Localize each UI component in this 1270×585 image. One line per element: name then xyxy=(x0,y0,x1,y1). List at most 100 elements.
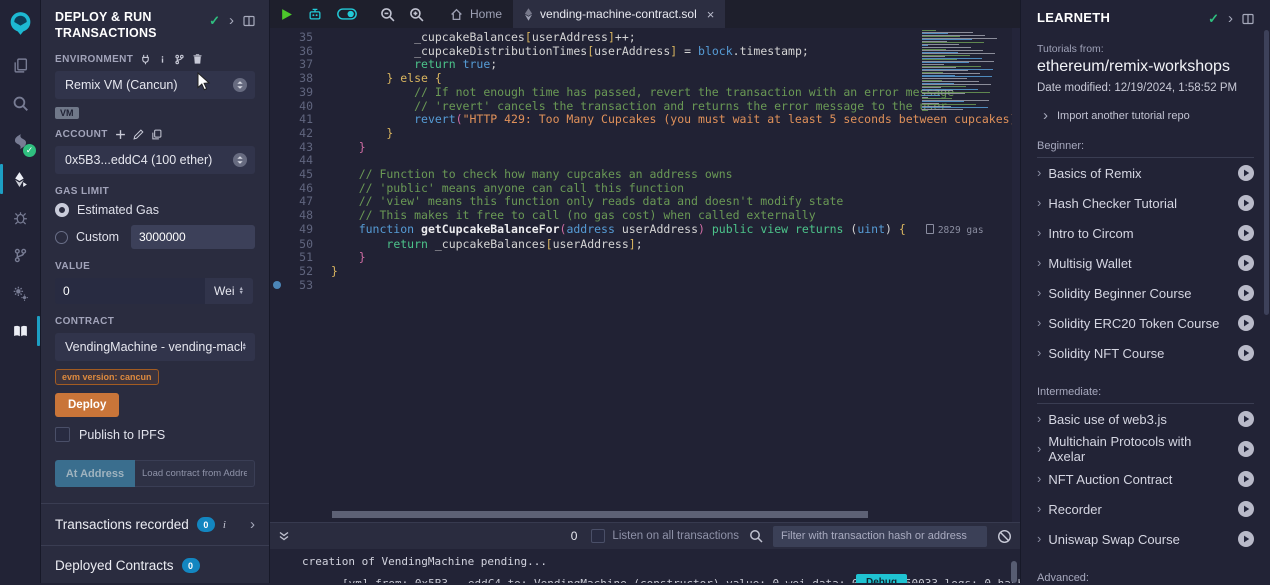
gutter[interactable] xyxy=(270,100,285,114)
debugger-icon[interactable] xyxy=(0,198,40,236)
gutter[interactable] xyxy=(270,31,285,45)
tutorial-item[interactable]: ›Solidity NFT Course xyxy=(1037,338,1254,368)
play-tutorial-button[interactable] xyxy=(1238,411,1254,427)
play-tutorial-button[interactable] xyxy=(1238,531,1254,547)
code-line[interactable]: 39 // If not enough time has passed, rev… xyxy=(270,86,1020,100)
terminal-filter-input[interactable] xyxy=(773,526,987,547)
gutter[interactable] xyxy=(270,209,285,223)
play-tutorial-button[interactable] xyxy=(1238,255,1254,271)
play-tutorial-button[interactable] xyxy=(1238,285,1254,301)
code-lines[interactable]: 35 _cupcakeBalances[userAddress]++;36 _c… xyxy=(270,28,1020,292)
at-address-button[interactable]: At Address xyxy=(55,460,135,487)
code-line[interactable]: 48 // This makes it free to call (no gas… xyxy=(270,209,1020,223)
minimap[interactable] xyxy=(922,30,1010,112)
code-editor[interactable]: 35 _cupcakeBalances[userAddress]++;36 _c… xyxy=(270,28,1020,522)
code-line[interactable]: 41 revert("HTTP 429: Too Many Cupcakes (… xyxy=(270,113,1020,127)
estimated-gas-radio[interactable] xyxy=(55,203,69,217)
run-script-icon[interactable] xyxy=(280,8,293,21)
gutter[interactable] xyxy=(270,168,285,182)
code-line[interactable]: 51 } xyxy=(270,251,1020,265)
play-tutorial-button[interactable] xyxy=(1238,471,1254,487)
code-line[interactable]: 45 // Function to check how many cupcake… xyxy=(270,168,1020,182)
gutter[interactable] xyxy=(270,154,285,168)
tutorial-item[interactable]: ›Intro to Circom xyxy=(1037,218,1254,248)
remix-logo-icon[interactable] xyxy=(0,0,40,46)
gutter[interactable] xyxy=(270,113,285,127)
zoom-out-icon[interactable] xyxy=(380,7,395,22)
chevron-right-icon[interactable]: › xyxy=(229,16,234,26)
gutter[interactable] xyxy=(270,251,285,265)
play-tutorial-button[interactable] xyxy=(1238,441,1254,457)
code-line[interactable]: 50 return _cupcakeBalances[userAddress]; xyxy=(270,238,1020,252)
value-input[interactable] xyxy=(55,278,205,304)
code-line[interactable]: 40 // 'revert' cancels the transaction a… xyxy=(270,100,1020,114)
play-tutorial-button[interactable] xyxy=(1238,345,1254,361)
custom-gas-radio[interactable] xyxy=(55,231,68,244)
value-unit-select[interactable]: Wei ▲▼ xyxy=(205,278,253,304)
gutter[interactable] xyxy=(270,195,285,209)
pin-panel-icon[interactable] xyxy=(1242,13,1254,25)
plug-icon[interactable] xyxy=(140,53,151,65)
plus-icon[interactable] xyxy=(115,129,126,140)
tab-vending-machine-contract[interactable]: vending-machine-contract.sol × xyxy=(513,0,725,28)
copy-icon[interactable] xyxy=(151,129,162,140)
transactions-recorded-row[interactable]: Transactions recorded 0 i › xyxy=(41,503,269,545)
tutorial-item[interactable]: ›Recorder xyxy=(1037,494,1254,524)
code-line[interactable]: 35 _cupcakeBalances[userAddress]++; xyxy=(270,31,1020,45)
listen-all-checkbox[interactable] xyxy=(591,529,605,543)
import-tutorial-repo[interactable]: › Import another tutorial repo xyxy=(1037,110,1254,122)
gutter[interactable] xyxy=(270,141,285,155)
learneth-book-icon[interactable] xyxy=(0,312,40,350)
at-address-input[interactable] xyxy=(135,460,255,487)
code-line[interactable]: 43 } xyxy=(270,141,1020,155)
settings-icon[interactable] xyxy=(0,274,40,312)
gutter[interactable] xyxy=(270,223,285,238)
trash-icon[interactable] xyxy=(192,53,203,65)
deploy-run-icon[interactable] xyxy=(0,160,40,198)
code-line[interactable]: 46 // 'public' means anyone can call thi… xyxy=(270,182,1020,196)
custom-gas-input[interactable] xyxy=(131,225,255,249)
account-select[interactable]: 0x5B3...eddC4 (100 ether) xyxy=(55,146,255,174)
fork-icon[interactable] xyxy=(174,53,185,65)
expand-terminal-chevrons-icon[interactable] xyxy=(278,530,290,542)
code-line[interactable]: 49 function getCupcakeBalanceFor(address… xyxy=(270,223,1020,238)
code-line[interactable]: 37 return true; xyxy=(270,58,1020,72)
gutter[interactable] xyxy=(270,238,285,252)
terminal-tx-line[interactable]: [vm] from: 0x5B3...eddC4 to: VendingMach… xyxy=(342,577,1020,583)
edit-icon[interactable] xyxy=(133,129,144,140)
gutter[interactable] xyxy=(270,265,285,279)
editor-horizontal-scrollbar[interactable] xyxy=(332,511,868,518)
gutter[interactable] xyxy=(270,45,285,59)
code-line[interactable]: 47 // 'view' means this function only re… xyxy=(270,195,1020,209)
code-line[interactable]: 52} xyxy=(270,265,1020,279)
tutorial-item[interactable]: ›Solidity ERC20 Token Course xyxy=(1037,308,1254,338)
play-tutorial-button[interactable] xyxy=(1238,501,1254,517)
tutorial-item[interactable]: ›Uniswap Swap Course xyxy=(1037,524,1254,554)
debug-button[interactable]: Debug xyxy=(856,574,907,583)
info-icon[interactable] xyxy=(158,53,167,65)
tutorial-item[interactable]: ›Basic use of web3.js xyxy=(1037,404,1254,434)
solidity-compiler-icon[interactable]: ✓ xyxy=(0,122,40,160)
gutter[interactable] xyxy=(270,86,285,100)
tutorial-item[interactable]: ›Basics of Remix xyxy=(1037,158,1254,188)
publish-ipfs-checkbox[interactable] xyxy=(55,427,70,442)
zoom-in-icon[interactable] xyxy=(409,7,424,22)
gutter[interactable] xyxy=(270,58,285,72)
play-tutorial-button[interactable] xyxy=(1238,165,1254,181)
search-icon[interactable] xyxy=(0,84,40,122)
file-explorer-icon[interactable] xyxy=(0,46,40,84)
tutorial-item[interactable]: ›Solidity Beginner Course xyxy=(1037,278,1254,308)
deploy-button[interactable]: Deploy xyxy=(55,393,119,417)
tutorial-item[interactable]: ›Multisig Wallet xyxy=(1037,248,1254,278)
tab-home[interactable]: Home xyxy=(439,0,513,28)
contract-select[interactable]: VendingMachine - vending-machin ▲▼ xyxy=(55,333,255,361)
play-tutorial-button[interactable] xyxy=(1238,195,1254,211)
gutter[interactable] xyxy=(270,72,285,86)
terminal-scrollbar[interactable] xyxy=(1011,561,1017,583)
copilot-toggle-icon[interactable] xyxy=(337,8,357,20)
chevron-right-icon[interactable]: › xyxy=(250,516,255,533)
learneth-scrollbar[interactable] xyxy=(1264,30,1269,315)
tutorial-item[interactable]: ›Multichain Protocols with Axelar xyxy=(1037,434,1254,464)
tutorial-item[interactable]: ›Hash Checker Tutorial xyxy=(1037,188,1254,218)
code-line[interactable]: 53 xyxy=(270,279,1020,293)
